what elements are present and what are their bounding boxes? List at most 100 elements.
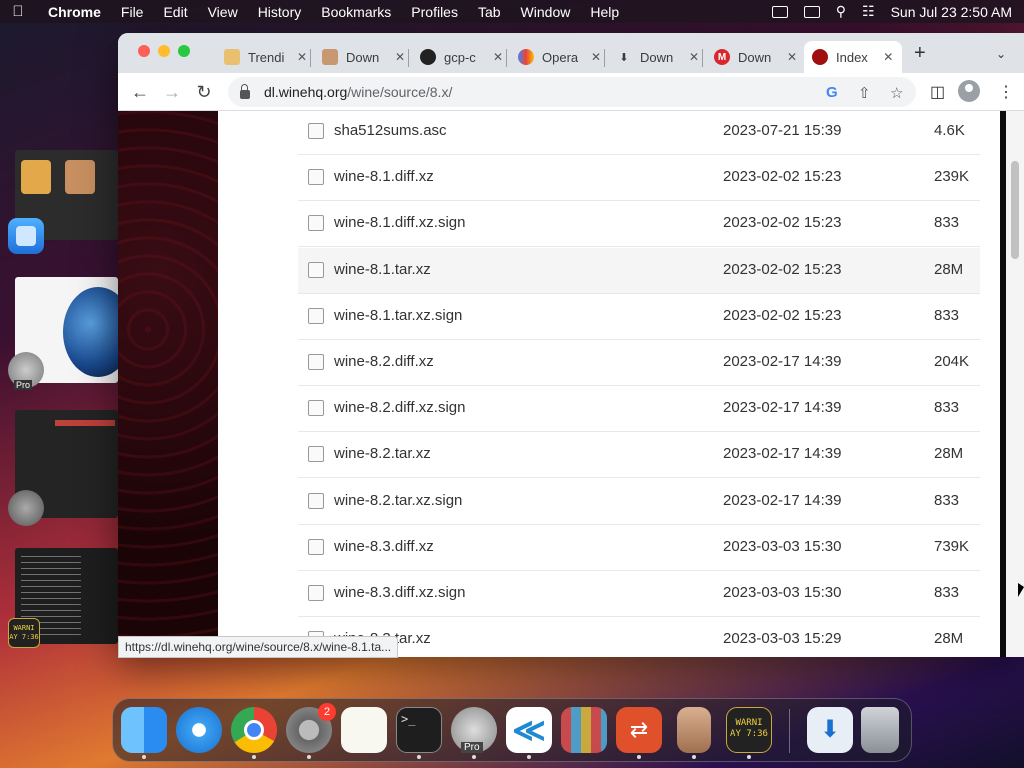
maximize-window-button[interactable] [178, 45, 190, 57]
menu-profiles[interactable]: Profiles [411, 4, 458, 20]
file-row[interactable]: wine-8.1.tar.xz 2023-02-02 15:23 28M [298, 247, 980, 294]
file-name-link[interactable]: wine-8.1.diff.xz [334, 168, 434, 185]
close-window-button[interactable] [138, 45, 150, 57]
link-status-bubble: https://dl.winehq.org/wine/source/8.x/wi… [118, 636, 399, 658]
terminal-icon[interactable]: >_ [396, 707, 442, 753]
file-name-link[interactable]: wine-8.2.tar.xz [334, 445, 431, 462]
file-date: 2023-02-17 14:39 [723, 353, 842, 370]
file-name-link[interactable]: wine-8.2.diff.xz [334, 353, 434, 370]
tab-opera[interactable]: Opera ✕ [510, 41, 610, 73]
console-warning-icon[interactable]: WARNI AY 7:36 [726, 707, 772, 753]
file-row[interactable]: wine-8.1.diff.xz 2023-02-02 15:23 239K [298, 155, 980, 202]
minimize-window-button[interactable] [158, 45, 170, 57]
menu-window[interactable]: Window [521, 4, 571, 20]
file-name-link[interactable]: wine-8.3.diff.xz.sign [334, 584, 465, 601]
file-icon [308, 492, 324, 509]
tab-gcp[interactable]: gcp-c ✕ [412, 41, 512, 73]
file-name-link[interactable]: wine-8.1.tar.xz.sign [334, 307, 462, 324]
file-row[interactable]: wine-8.3.diff.xz 2023-03-03 15:30 739K [298, 525, 980, 571]
google-earth-icon[interactable]: Pro [451, 707, 497, 753]
file-icon [308, 585, 324, 601]
vertical-scrollbar[interactable] [1006, 111, 1024, 657]
close-tab-icon[interactable]: ✕ [492, 50, 504, 64]
file-row[interactable]: wine-8.2.tar.xz.sign 2023-02-17 14:39 833 [298, 479, 980, 525]
finder-icon[interactable] [121, 707, 167, 753]
remote-desktop-icon[interactable]: ⇄ [616, 707, 662, 753]
close-tab-icon[interactable]: ✕ [394, 50, 406, 64]
close-tab-icon[interactable]: ✕ [688, 50, 700, 64]
file-name-link[interactable]: wine-8.2.tar.xz.sign [334, 492, 462, 509]
trash-icon[interactable] [861, 707, 899, 753]
wine-bottle-icon[interactable] [677, 707, 711, 753]
menu-edit[interactable]: Edit [163, 4, 187, 20]
file-row[interactable]: wine-8.1.tar.xz.sign 2023-02-02 15:23 833 [298, 294, 980, 340]
google-earth-icon[interactable]: Pro [8, 352, 44, 390]
settings-icon[interactable]: 2 [286, 703, 336, 753]
safari-icon[interactable] [176, 707, 222, 753]
tab-download-2[interactable]: ⬇ Down ✕ [608, 41, 708, 73]
close-tab-icon[interactable]: ✕ [590, 50, 602, 64]
tab-title: Down [346, 49, 380, 65]
spotlight-search-icon[interactable]: ⚲ [836, 3, 846, 20]
profile-avatar-icon[interactable] [958, 80, 980, 102]
file-name-link[interactable]: wine-8.2.diff.xz.sign [334, 399, 465, 416]
address-bar[interactable]: dl.winehq.org/wine/source/8.x/ G ⇧ ☆ [228, 77, 916, 107]
menu-file[interactable]: File [121, 4, 144, 20]
textedit-icon[interactable] [341, 707, 387, 753]
tab-separator [702, 49, 703, 67]
stage-manager-icon[interactable] [771, 5, 788, 18]
bookmark-star-icon[interactable]: ☆ [890, 84, 903, 102]
tab-download-1[interactable]: Down ✕ [314, 41, 414, 73]
screen-mirroring-icon[interactable] [803, 5, 820, 18]
close-tab-icon[interactable]: ✕ [786, 50, 798, 64]
file-icon [308, 169, 324, 186]
file-row[interactable]: wine-8.3.diff.xz.sign 2023-03-03 15:30 833 [298, 571, 980, 617]
file-row[interactable]: wine-8.1.diff.xz.sign 2023-02-02 15:23 833 [298, 201, 980, 248]
tab-download-3[interactable]: M Down ✕ [706, 41, 806, 73]
file-name-link[interactable]: wine-8.1.diff.xz.sign [334, 214, 465, 231]
file-row[interactable]: sha512sums.asc 2023-07-21 15:39 4.6K [298, 111, 980, 155]
vscode-icon[interactable]: ≪ [506, 707, 552, 753]
running-indicator [307, 755, 311, 759]
menu-help[interactable]: Help [590, 4, 619, 20]
more-menu-icon[interactable]: ⋮ [998, 82, 1014, 102]
settings-icon[interactable] [8, 490, 44, 526]
file-name-link[interactable]: wine-8.1.tar.xz [334, 261, 431, 278]
close-tab-icon[interactable]: ✕ [882, 50, 894, 64]
reload-icon[interactable]: ↻ [194, 82, 214, 102]
console-warning-icon[interactable]: WARNI AY 7:36 [8, 618, 40, 648]
tab-search-chevron-icon[interactable]: ⌄ [996, 47, 1006, 61]
lock-icon[interactable] [240, 83, 250, 99]
menu-tab[interactable]: Tab [478, 4, 501, 20]
apple-menu-icon[interactable]:  [10, 3, 26, 20]
scrollbar-thumb[interactable] [1011, 161, 1019, 259]
file-row[interactable]: wine-8.2.diff.xz 2023-02-17 14:39 204K [298, 340, 980, 386]
menu-bookmarks[interactable]: Bookmarks [321, 4, 391, 20]
share-icon[interactable]: ⇧ [858, 84, 871, 102]
new-tab-button[interactable]: + [914, 43, 926, 63]
forward-arrow-icon[interactable]: → [162, 82, 182, 102]
menu-view[interactable]: View [208, 4, 238, 20]
file-row[interactable]: wine-8.3.tar.xz2023-03-03 15:2928M [298, 617, 980, 657]
launchpad-icon[interactable] [561, 707, 607, 753]
tab-index-active[interactable]: Index ✕ [804, 41, 902, 73]
side-panel-icon[interactable]: ◫ [930, 82, 945, 102]
menu-history[interactable]: History [258, 4, 302, 20]
menu-app-name[interactable]: Chrome [48, 4, 101, 20]
finder-icon[interactable] [8, 218, 44, 254]
google-lens-icon[interactable]: G [826, 84, 838, 101]
back-arrow-icon[interactable]: ← [130, 82, 150, 102]
downloads-stack-icon[interactable]: ⬇ [807, 707, 853, 753]
close-tab-icon[interactable]: ✕ [296, 50, 308, 64]
tab-trendi[interactable]: Trendi ✕ [216, 41, 316, 73]
file-icon [308, 123, 324, 139]
control-center-icon[interactable]: ☷ [862, 3, 875, 20]
file-name-link[interactable]: sha512sums.asc [334, 122, 447, 139]
chrome-icon[interactable] [231, 707, 277, 753]
earth-globe-icon [63, 287, 118, 377]
file-row[interactable]: wine-8.2.tar.xz 2023-02-17 14:39 28M [298, 432, 980, 479]
file-name-link[interactable]: wine-8.3.diff.xz [334, 538, 434, 555]
file-row[interactable]: wine-8.2.diff.xz.sign 2023-02-17 14:39 833 [298, 386, 980, 433]
menu-clock[interactable]: Sun Jul 23 2:50 AM [891, 4, 1012, 20]
dock: 2 >_ Pro ≪ ⇄ WARNI AY 7:36 ⬇ [112, 698, 912, 762]
